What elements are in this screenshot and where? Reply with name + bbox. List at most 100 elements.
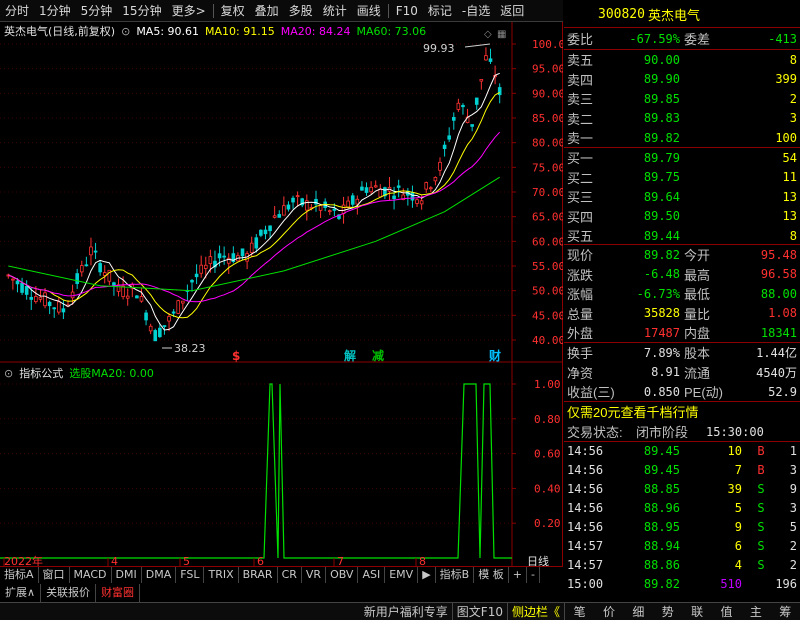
indicator-tab[interactable]: ▶ [418,567,436,583]
indicator-tab[interactable]: 指标B [436,567,475,583]
indicator-tab[interactable]: FSL [176,567,205,583]
stat-label: 内盘 [684,326,711,342]
candle-body [176,300,181,314]
candle-body [121,285,125,297]
indicator-tab[interactable]: DMI [112,567,142,583]
quote-row: 换手 7.89% 股本 1.44亿 [564,343,800,363]
price-axis-label: 75.00 [532,161,563,174]
stat-label: 总量 [567,306,594,322]
chart-area[interactable]: 100.0 95.00 90.00 85.00 80.00 75.00 70.00 65.00… [0,22,563,566]
tick-time: 14:56 [567,444,604,459]
indicator-title[interactable]: 指标公式 [19,366,63,382]
panel-switch-tab[interactable]: 价 [599,603,619,620]
indicator-tab[interactable]: 指标A [0,567,39,583]
indicator-tab[interactable]: ASI [358,567,386,583]
panel-switch-tab[interactable]: 细 [628,603,648,620]
toolbar-item[interactable]: F10 [391,0,423,22]
candle-body [61,308,66,313]
sidebar-toggle[interactable]: 侧边栏《 [506,602,564,620]
panel-switch-tab[interactable]: 笔 [570,603,590,620]
stat-value: 17487 [643,325,680,340]
candle-body [34,296,38,302]
indicator-tab[interactable]: + [509,567,527,583]
quote-row: 300820 英杰电气 [564,5,800,25]
toolbar-item[interactable]: 1分钟 [34,0,76,22]
toolbar-item[interactable]: 分时 [0,0,34,22]
indicator-tab[interactable]: DMA [142,567,177,583]
toolbar-item[interactable]: -自选 [457,0,495,22]
sell-price: 89.82 [643,130,680,145]
tick-volume: 9 [734,520,742,535]
candle-body [75,273,79,284]
extension-tab[interactable]: 财富圈 [96,583,141,602]
toolbar-item[interactable]: 统计 [318,0,352,22]
panel-switch-tab[interactable]: 联 [687,603,707,620]
event-marker[interactable]: 财 [488,348,501,363]
candle-body [470,124,474,127]
panel-switch-tab[interactable]: 筹 [775,603,795,620]
candle-body [360,186,364,191]
candle-body [203,264,208,269]
candle-body [240,248,245,257]
candle-body [167,316,171,322]
toolbar-item[interactable]: 更多> [167,0,211,22]
toolbar-item[interactable]: 返回 [495,0,529,22]
tick-count: 2 [789,558,797,573]
panel-switch-tab[interactable]: 主 [746,603,766,620]
ma10-value: MA10: 91.15 [205,25,275,38]
indicator-tab[interactable]: 窗口 [39,567,70,583]
ma20-value: MA20: 84.24 [280,25,351,38]
indicator-tab[interactable]: VR [302,567,327,583]
chart-settings-icon[interactable]: ▦ [497,29,506,40]
event-marker[interactable]: 解 [344,348,356,363]
toolbar-item[interactable]: 多股 [284,0,318,22]
toolbar-item[interactable]: 画线 [352,0,386,22]
indicator-tab[interactable]: EMV [385,567,419,583]
legend-toggle-icon[interactable]: ⊙ [121,24,130,40]
kline-chart[interactable]: 100.0 95.00 90.00 85.00 80.00 75.00 70.00 65.00… [0,22,563,566]
toolbar-item[interactable]: 5分钟 [76,0,118,22]
panel-switch-tab[interactable]: 势 [658,603,678,620]
indicator-tab[interactable]: CR [278,567,302,583]
level2-promo-link[interactable]: 仅需20元查看千档行情 [567,402,797,421]
toolbar-item[interactable]: 15分钟 [117,0,166,22]
buy-volume: 8 [789,228,797,243]
candle-body [70,291,75,299]
candle-body [24,285,29,295]
indicator-tab[interactable]: TRIX [204,567,239,583]
chart-mode-icon[interactable]: ◇ [484,29,492,40]
candle-body [217,253,222,259]
candle-body [364,187,369,193]
extension-tab[interactable]: 扩展∧ [0,583,42,602]
indicator-tab[interactable]: BRAR [239,567,278,583]
event-marker[interactable]: 减 [372,348,384,363]
indicator-tab[interactable]: 模 板 [474,567,509,583]
indicator-tab[interactable]: - [527,567,540,583]
indicator-tab[interactable]: OBV [326,567,359,583]
extension-tab[interactable]: 关联报价 [41,583,97,602]
high-price-label: 99.93 [423,42,455,55]
buy-volume: 13 [782,189,797,204]
buy-volume: 13 [782,209,797,224]
f10-link[interactable]: 图文F10 [451,602,507,620]
quote-row: 买一 89.79 54 [564,148,800,168]
indicator-tab[interactable]: MACD [70,567,112,583]
period-label[interactable]: 日线 [527,554,549,566]
panel-switch-tab[interactable]: 值 [717,603,737,620]
toolbar-item[interactable]: 叠加 [250,0,284,22]
promo-link[interactable]: 新用户福利专享 [360,603,452,620]
ma10-line [8,91,500,319]
stat-label: 量比 [684,306,711,322]
date-axis-label: 7 [337,555,344,566]
toolbar-item[interactable]: 复权 [216,0,250,22]
sell-level-label: 卖一 [567,131,594,147]
indicator-toggle-icon[interactable]: ⊙ [4,366,13,382]
buy-volume: 11 [782,170,797,185]
event-marker[interactable]: $ [232,349,240,363]
toolbar-item[interactable]: 标记 [423,0,457,22]
stat-value: 7.89% [643,345,680,360]
candle-body [438,161,442,171]
stat-label: 今开 [684,248,711,264]
candle-body [332,208,337,211]
price-axis-label: 45.00 [532,309,563,322]
